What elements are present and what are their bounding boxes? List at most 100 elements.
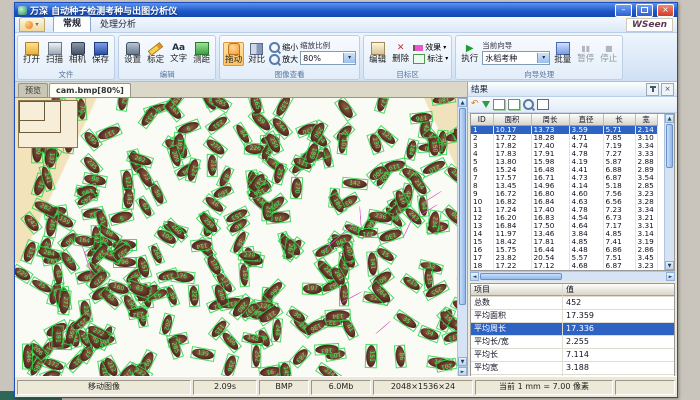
table-cell[interactable]: 10	[471, 198, 493, 206]
table-cell[interactable]: 16.72	[493, 190, 531, 198]
seed-marker[interactable]: 127	[374, 98, 391, 114]
table-cell[interactable]: 1	[471, 126, 493, 135]
seed-marker[interactable]: 183	[313, 343, 339, 356]
table-cell[interactable]: 4	[471, 150, 493, 158]
table-cell[interactable]: 16.82	[493, 198, 531, 206]
seed-marker[interactable]: 141	[365, 251, 378, 276]
table-cell[interactable]: 4.71	[569, 134, 603, 142]
table-cell[interactable]: 17.91	[531, 150, 569, 158]
table-cell[interactable]: 4.74	[569, 142, 603, 150]
save-button[interactable]: 保存	[90, 41, 111, 66]
minimize-button[interactable]: –	[615, 4, 632, 17]
application-menu-button[interactable]: ▾	[19, 17, 45, 32]
seed-marker[interactable]: 163	[163, 99, 185, 122]
table-cell[interactable]: 17.72	[493, 134, 531, 142]
table-cell[interactable]: 12	[471, 214, 493, 222]
table-cell[interactable]: 6.88	[603, 166, 635, 174]
seed-marker[interactable]: 35	[393, 309, 420, 332]
seed-marker[interactable]: 178	[203, 252, 224, 277]
scroll-right-icon[interactable]: ►	[458, 367, 467, 376]
table-row[interactable]: 1316.8417.504.647.173.31	[471, 222, 657, 230]
table-cell[interactable]: 17.24	[493, 206, 531, 214]
navigator-overview[interactable]	[18, 100, 78, 148]
table-cell[interactable]: 17.12	[531, 262, 569, 270]
table-cell[interactable]: 16.84	[531, 198, 569, 206]
measure-button[interactable]: 测距	[191, 41, 212, 66]
seed-marker[interactable]: 5	[107, 208, 134, 226]
seed-marker[interactable]: 142	[341, 177, 368, 191]
table-cell[interactable]: 4.85	[603, 230, 635, 238]
filter-icon[interactable]	[482, 101, 490, 108]
table-cell[interactable]: 3.10	[635, 134, 657, 142]
seed-marker[interactable]: 124	[185, 157, 201, 183]
drag-tool-button[interactable]: 拖动	[223, 42, 244, 66]
table-cell[interactable]: 2.88	[635, 158, 657, 166]
table-cell[interactable]: 7.85	[603, 134, 635, 142]
scroll-up-icon[interactable]: ▲	[665, 114, 674, 123]
tab-preview[interactable]: 预览	[18, 83, 48, 97]
table-cell[interactable]: 3.84	[569, 230, 603, 238]
tab-image-file[interactable]: cam.bmp[80%]	[49, 83, 131, 97]
table-cell[interactable]: 16.71	[531, 174, 569, 182]
seed-marker[interactable]: 62	[134, 195, 154, 219]
table-cell[interactable]: 8	[471, 182, 493, 190]
table-cell[interactable]: 17	[471, 254, 493, 262]
table-cell[interactable]: 3.34	[635, 142, 657, 150]
table-row[interactable]: 110.1713.733.595.712.14	[471, 126, 657, 135]
settings-button[interactable]: 设置	[122, 41, 143, 66]
table-cell[interactable]: 15.24	[493, 166, 531, 174]
seed-marker[interactable]: 151	[364, 344, 377, 368]
table-cell[interactable]: 7.19	[603, 142, 635, 150]
table-cell[interactable]: 6	[471, 166, 493, 174]
zoom-out-button[interactable]: 缩小	[269, 42, 298, 53]
table-cell[interactable]: 4.68	[569, 262, 603, 270]
seed-marker[interactable]: 187	[238, 262, 250, 287]
table-cell[interactable]: 18.28	[531, 134, 569, 142]
seed-marker[interactable]: 75	[29, 276, 54, 296]
table-cell[interactable]: 16.80	[531, 190, 569, 198]
run-button[interactable]: ▶执行	[459, 42, 480, 65]
table-row[interactable]: 1117.2417.404.787.233.34	[471, 206, 657, 214]
table-cell[interactable]: 3.23	[635, 190, 657, 198]
panel-close-button[interactable]: ×	[661, 83, 674, 96]
table-row[interactable]: 1723.8220.545.577.513.45	[471, 254, 657, 262]
table-cell[interactable]: 9	[471, 190, 493, 198]
seed-marker[interactable]: 219	[400, 273, 424, 294]
title-bar[interactable]: 万深 自动种子检测考种与出图分析仪 – ×	[15, 3, 677, 17]
target-delete-button[interactable]: ✕删除	[390, 42, 411, 65]
table-row[interactable]: 916.7216.804.607.563.23	[471, 190, 657, 198]
table-row[interactable]: 1817.2217.124.686.873.23	[471, 262, 657, 270]
seed-marker[interactable]: 277	[57, 289, 72, 315]
table-cell[interactable]: 16	[471, 246, 493, 254]
scroll-up-icon[interactable]: ▲	[458, 98, 467, 107]
table-cell[interactable]: 7.56	[603, 190, 635, 198]
table-cell[interactable]: 6.87	[603, 174, 635, 182]
table-cell[interactable]: 20.54	[531, 254, 569, 262]
table-cell[interactable]: 15.75	[493, 246, 531, 254]
table-cell[interactable]: 4.41	[569, 166, 603, 174]
seed-marker[interactable]: 273	[262, 201, 273, 221]
seed-marker[interactable]: 210	[420, 157, 448, 178]
close-button[interactable]: ×	[657, 4, 674, 17]
seed-marker[interactable]: 218	[207, 154, 218, 177]
table-cell[interactable]: 17.50	[531, 222, 569, 230]
table-cell[interactable]: 4.64	[569, 222, 603, 230]
seed-marker[interactable]: 139	[190, 346, 216, 362]
seed-marker[interactable]: 52	[117, 98, 131, 112]
table-cell[interactable]: 17.40	[531, 142, 569, 150]
table-cell[interactable]: 6.86	[603, 246, 635, 254]
scroll-right-icon[interactable]: ►	[666, 272, 675, 281]
calibrate-button[interactable]: 标定	[145, 41, 166, 66]
table-cell[interactable]: 3.59	[569, 126, 603, 135]
col-header-length[interactable]: 长	[603, 114, 635, 126]
stop-button[interactable]: ■停止	[598, 42, 619, 65]
table-cell[interactable]: 3.34	[635, 206, 657, 214]
seed-marker[interactable]: 266	[263, 278, 286, 302]
table-cell[interactable]: 17.57	[493, 174, 531, 182]
table-cell[interactable]: 4.60	[569, 190, 603, 198]
export-icon[interactable]	[493, 99, 505, 110]
table-cell[interactable]: 7.27	[603, 150, 635, 158]
table-row[interactable]: 813.4514.964.145.182.85	[471, 182, 657, 190]
table-cell[interactable]: 14	[471, 230, 493, 238]
camera-button[interactable]: 相机	[67, 41, 88, 66]
